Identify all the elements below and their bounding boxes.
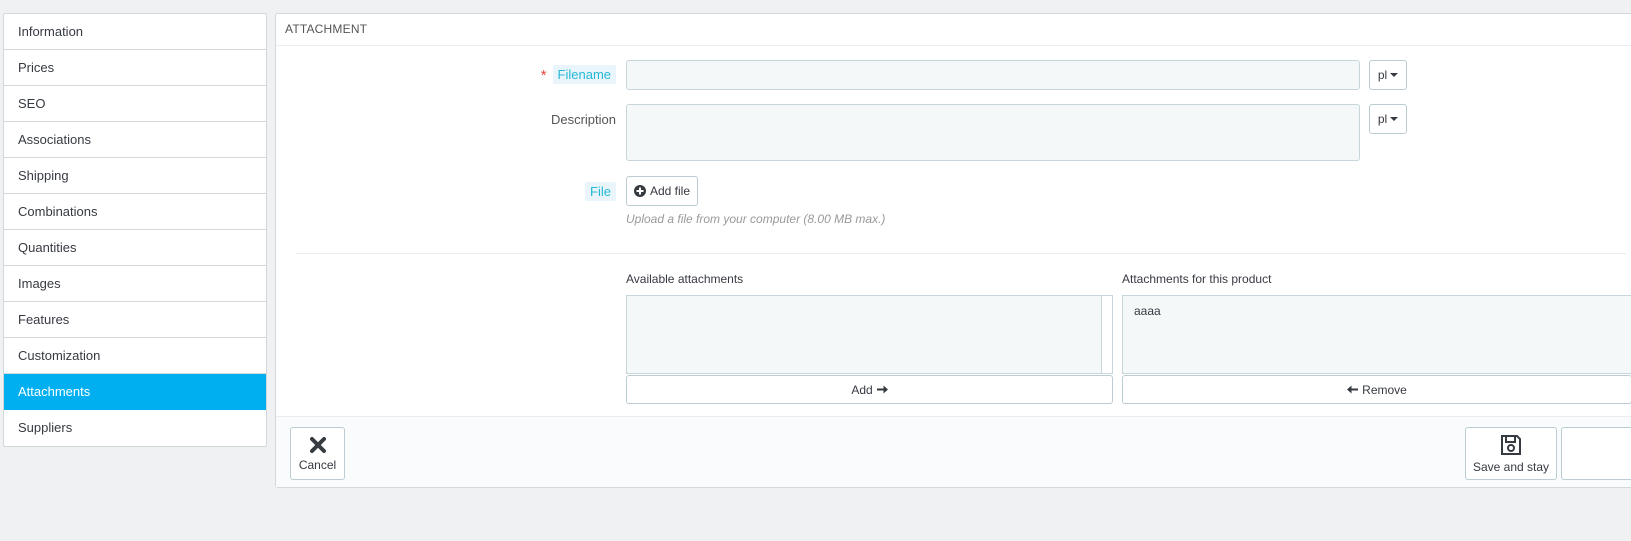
product-attachments-label: Attachments for this product xyxy=(1122,272,1272,286)
filename-label: Filename xyxy=(552,65,616,84)
sidebar-item-prices[interactable]: Prices xyxy=(4,50,266,86)
filename-input[interactable] xyxy=(626,60,1360,90)
description-input[interactable] xyxy=(626,104,1360,161)
add-file-label: Add file xyxy=(649,184,691,198)
required-mark: * xyxy=(540,67,547,85)
save-and-stay-label: Save and stay xyxy=(1472,459,1550,474)
chevron-down-icon xyxy=(1390,73,1399,77)
filename-label-wrap: * Filename xyxy=(506,65,616,85)
available-list-scrollbar[interactable] xyxy=(1101,296,1112,373)
sidebar-item-combinations[interactable]: Combinations xyxy=(4,194,266,230)
filename-lang-label: pl xyxy=(1377,68,1388,82)
remove-attachment-button[interactable]: Remove xyxy=(1122,375,1631,404)
cancel-label: Cancel xyxy=(298,457,337,472)
section-divider xyxy=(296,253,1626,254)
plus-circle-icon xyxy=(633,185,646,197)
add-attachment-button[interactable]: Add xyxy=(626,375,1113,404)
sidebar-item-suppliers[interactable]: Suppliers xyxy=(4,410,266,446)
save-button-partial[interactable] xyxy=(1561,427,1631,480)
chevron-down-icon xyxy=(1390,117,1399,121)
floppy-disk-icon xyxy=(1501,434,1521,455)
add-attachment-label: Add xyxy=(851,382,873,397)
product-tabs-sidebar: Information Prices SEO Associations Ship… xyxy=(3,13,267,447)
panel-footer: Cancel Save and stay xyxy=(276,416,1631,487)
save-and-stay-button[interactable]: Save and stay xyxy=(1465,427,1557,480)
sidebar-item-features[interactable]: Features xyxy=(4,302,266,338)
sidebar-item-associations[interactable]: Associations xyxy=(4,122,266,158)
arrow-right-icon xyxy=(876,385,888,394)
description-label: Description xyxy=(550,112,616,127)
file-help-text: Upload a file from your computer (8.00 M… xyxy=(626,212,886,226)
filename-lang-dropdown[interactable]: pl xyxy=(1369,60,1407,90)
file-label-wrap: File xyxy=(506,182,616,201)
description-lang-dropdown[interactable]: pl xyxy=(1369,104,1407,134)
attachment-panel: Attachment * Filename pl Description pl F… xyxy=(275,13,1631,488)
list-item[interactable]: aaaa xyxy=(1134,304,1161,318)
sidebar-item-images[interactable]: Images xyxy=(4,266,266,302)
sidebar-item-information[interactable]: Information xyxy=(4,14,266,50)
close-icon xyxy=(309,436,326,453)
product-attachments-list[interactable]: aaaa xyxy=(1122,295,1631,374)
panel-title: Attachment xyxy=(276,14,1631,46)
available-attachments-list[interactable] xyxy=(626,295,1113,374)
cancel-button[interactable]: Cancel xyxy=(290,427,345,480)
available-attachments-label: Available attachments xyxy=(626,272,744,286)
arrow-left-icon xyxy=(1347,385,1359,394)
sidebar-item-customization[interactable]: Customization xyxy=(4,338,266,374)
sidebar-item-seo[interactable]: SEO xyxy=(4,86,266,122)
add-file-button[interactable]: Add file xyxy=(626,176,698,206)
sidebar-item-shipping[interactable]: Shipping xyxy=(4,158,266,194)
description-lang-label: pl xyxy=(1377,112,1388,126)
file-label: File xyxy=(585,182,616,201)
sidebar-item-quantities[interactable]: Quantities xyxy=(4,230,266,266)
remove-attachment-label: Remove xyxy=(1362,382,1407,397)
sidebar-item-attachments[interactable]: Attachments xyxy=(4,374,266,410)
